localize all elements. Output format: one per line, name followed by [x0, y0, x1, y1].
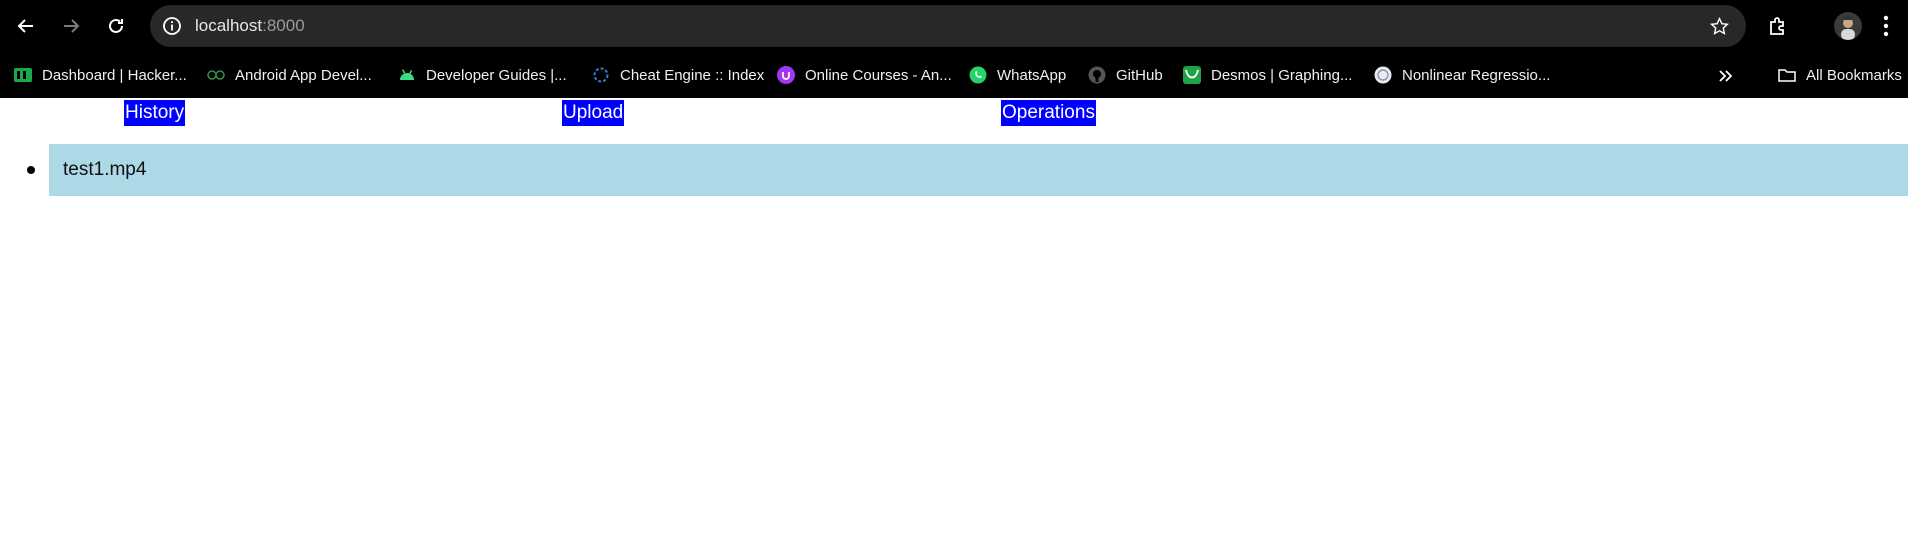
- browser-menu-icon[interactable]: [1883, 15, 1889, 37]
- all-bookmarks-button[interactable]: All Bookmarks: [1778, 65, 1902, 85]
- cheat-engine-icon: [592, 66, 610, 84]
- browser-chrome: localhost:8000 Dashboard | Hacker... And…: [0, 0, 1908, 98]
- desmos-icon: [1183, 66, 1201, 84]
- bullet-icon: [27, 166, 35, 174]
- browser-toolbar: localhost:8000: [0, 0, 1908, 52]
- bookmark-label: Nonlinear Regressio...: [1402, 66, 1551, 84]
- reload-button[interactable]: [100, 10, 132, 42]
- back-button[interactable]: [10, 10, 42, 42]
- bookmarks-bar: Dashboard | Hacker... Android App Devel.…: [0, 52, 1908, 98]
- url-port: :8000: [262, 16, 305, 35]
- extensions-icon[interactable]: [1766, 14, 1790, 38]
- geeksforgeeks-icon: [207, 66, 225, 84]
- bookmark-item[interactable]: Cheat Engine :: Index: [592, 65, 764, 85]
- arrow-left-icon: [17, 19, 33, 33]
- reload-icon: [109, 18, 123, 33]
- folder-icon: [1778, 66, 1796, 84]
- bookmark-label: Cheat Engine :: Index: [620, 66, 765, 84]
- bookmark-item[interactable]: Android App Devel...: [207, 65, 372, 85]
- android-icon: [398, 66, 416, 84]
- arrow-right-icon: [64, 19, 80, 33]
- bookmark-label: Desmos | Graphing...: [1211, 66, 1353, 84]
- nav-link-history[interactable]: History: [124, 100, 186, 126]
- bookmark-label: Online Courses - An...: [805, 66, 952, 84]
- nav-link-operations[interactable]: Operations: [1001, 100, 1096, 126]
- address-bar[interactable]: localhost:8000: [150, 5, 1746, 47]
- bookmark-item[interactable]: Developer Guides |...: [398, 65, 567, 85]
- github-icon: [1088, 66, 1106, 84]
- file-list: test1.mp4: [0, 144, 1908, 196]
- bookmark-label: WhatsApp: [997, 66, 1067, 84]
- bookmark-item[interactable]: Desmos | Graphing...: [1183, 65, 1352, 85]
- chevron-double-right-icon[interactable]: [1716, 66, 1736, 86]
- globe-icon: [1374, 66, 1392, 84]
- bookmark-item[interactable]: WhatsApp: [969, 65, 1066, 85]
- bookmark-item[interactable]: Dashboard | Hacker...: [14, 65, 187, 85]
- bookmark-label: GitHub: [1116, 66, 1163, 84]
- site-info-icon[interactable]: [162, 16, 182, 36]
- profile-avatar[interactable]: [1834, 12, 1862, 40]
- file-name: test1.mp4: [63, 159, 147, 180]
- url-text[interactable]: localhost:8000: [195, 16, 305, 36]
- bookmark-label: Dashboard | Hacker...: [42, 66, 187, 84]
- udemy-icon: [777, 66, 795, 84]
- bookmark-star-icon[interactable]: [1709, 16, 1730, 37]
- forward-button[interactable]: [55, 10, 87, 42]
- page-navigation: History Upload Operations: [0, 98, 1908, 144]
- nav-link-upload[interactable]: Upload: [562, 100, 625, 126]
- list-item[interactable]: test1.mp4: [27, 144, 1908, 196]
- bookmark-label: Developer Guides |...: [426, 66, 567, 84]
- bookmark-item[interactable]: Online Courses - An...: [777, 65, 952, 85]
- bookmark-item[interactable]: GitHub: [1088, 65, 1163, 85]
- bookmark-label: Android App Devel...: [235, 66, 372, 84]
- avatar-icon: [1841, 17, 1855, 40]
- whatsapp-icon: [969, 66, 987, 84]
- hackerrank-icon: [14, 66, 32, 84]
- all-bookmarks-label: All Bookmarks: [1806, 66, 1902, 84]
- bookmark-item[interactable]: Nonlinear Regressio...: [1374, 65, 1550, 85]
- url-host: localhost: [195, 16, 263, 35]
